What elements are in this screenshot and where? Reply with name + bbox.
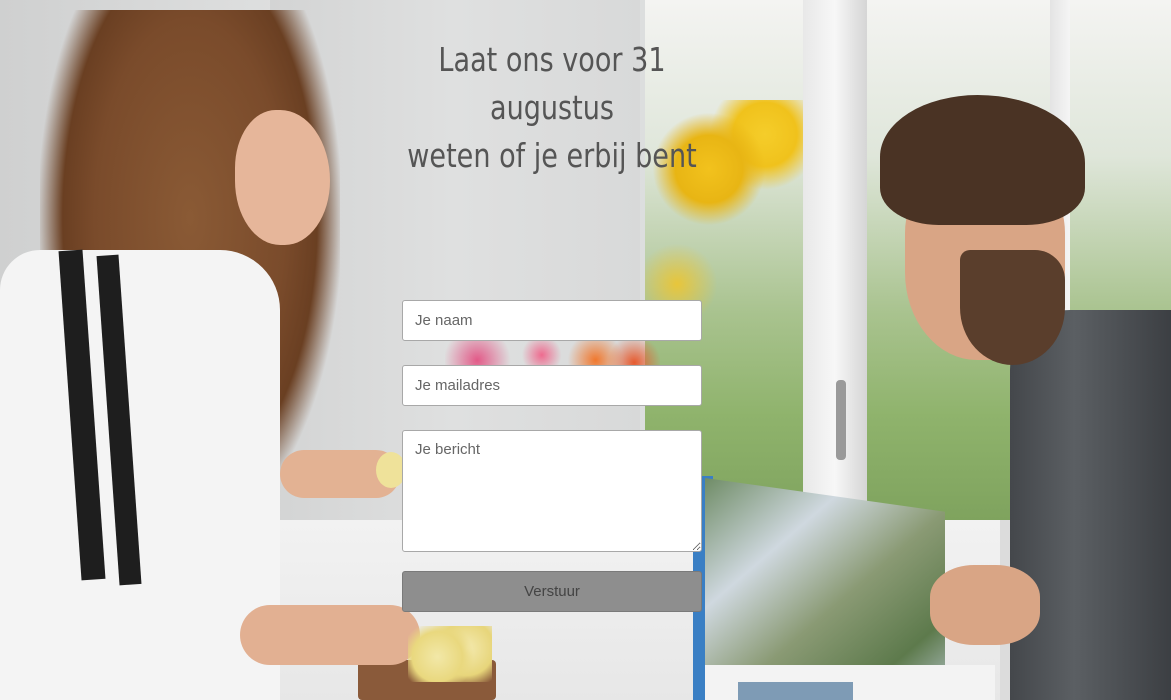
woman-shirt	[0, 250, 280, 700]
man-hand	[930, 565, 1040, 645]
page-title: Laat ons voor 31 augustus weten of je er…	[375, 36, 729, 180]
window-handle	[836, 380, 846, 460]
woman-arm-lower	[240, 605, 420, 665]
man-hair	[880, 95, 1085, 225]
woman-face	[235, 110, 330, 245]
submit-button[interactable]: Verstuur	[402, 571, 702, 612]
email-input[interactable]	[402, 365, 702, 406]
message-textarea[interactable]	[402, 430, 702, 552]
man-sweater	[1010, 310, 1171, 700]
title-line-2: weten of je erbij bent	[407, 136, 697, 175]
apple-slices	[408, 626, 492, 682]
title-line-1: Laat ons voor 31 augustus	[438, 40, 666, 127]
name-input[interactable]	[402, 300, 702, 341]
man-beard	[960, 250, 1065, 365]
photobook-photo	[738, 682, 853, 700]
window-frame	[803, 0, 867, 520]
